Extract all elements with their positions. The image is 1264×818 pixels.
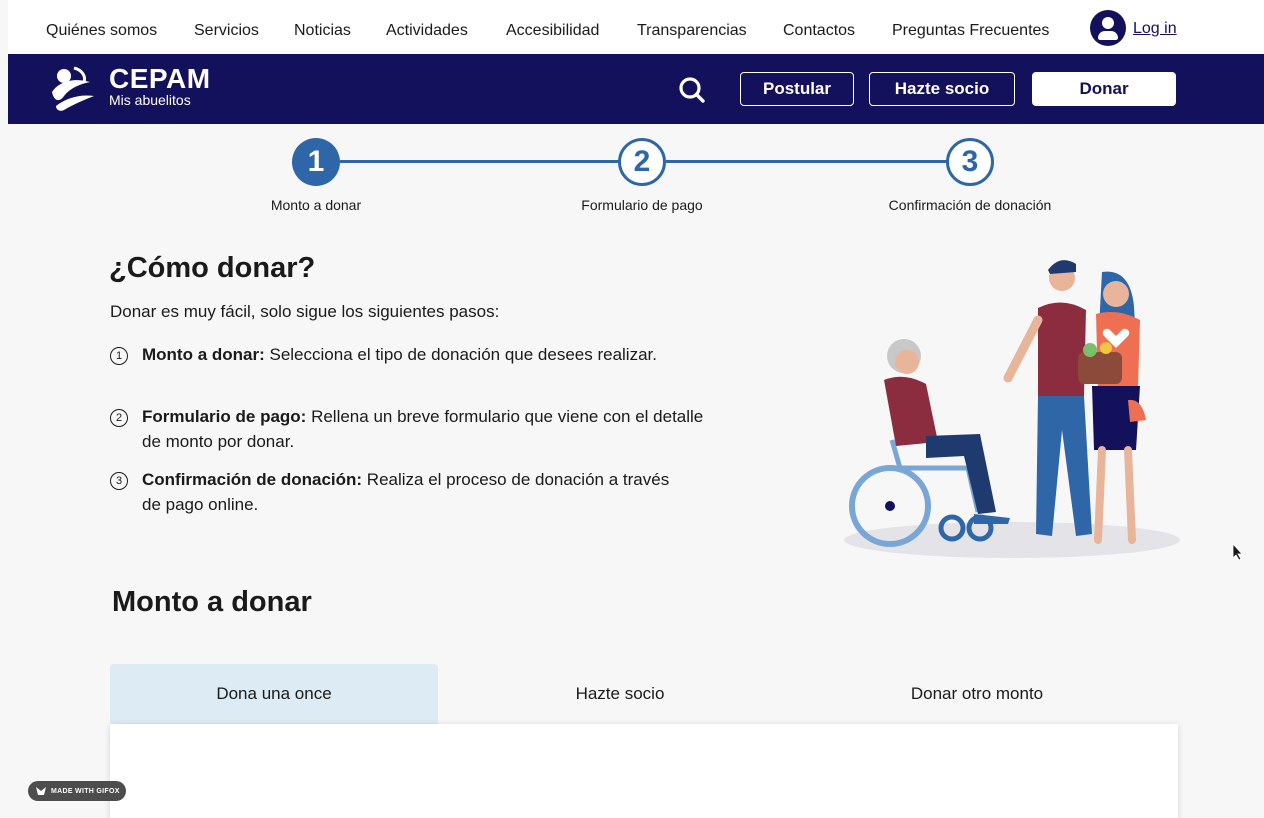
donation-title: Monto a donar: [112, 586, 312, 618]
step-3-circle[interactable]: 3: [946, 138, 994, 186]
donar-button[interactable]: Donar: [1032, 72, 1176, 106]
nav-link-servicios[interactable]: Servicios: [194, 22, 259, 40]
how-to-intro: Donar es muy fácil, solo sigue los sigui…: [110, 302, 500, 321]
step-number-icon: 2: [110, 409, 128, 427]
tab-donar-otro-monto[interactable]: Donar otro monto: [800, 664, 1154, 724]
user-circle-icon[interactable]: [1090, 10, 1126, 46]
step-3-label: Confirmación de donación: [888, 197, 1052, 213]
step-title: Monto a donar:: [142, 345, 265, 364]
step-1-label: Monto a donar: [270, 197, 362, 213]
step-title: Confirmación de donación:: [142, 470, 363, 489]
step-1-circle[interactable]: 1: [292, 138, 340, 186]
step-connector: [340, 160, 620, 163]
step-2-circle[interactable]: 2: [618, 138, 666, 186]
postular-button[interactable]: Postular: [740, 72, 854, 106]
family-illustration: [844, 260, 1180, 558]
nav-link-contactos[interactable]: Contactos: [783, 22, 855, 40]
nav-link-accesibilidad[interactable]: Accesibilidad: [506, 22, 599, 40]
nav-link-noticias[interactable]: Noticias: [294, 22, 351, 40]
step-number-icon: 1: [110, 347, 128, 365]
how-to-step-3: 3 Confirmación de donación: Realiza el p…: [110, 467, 690, 517]
brand-tagline: Mis abuelitos: [109, 92, 191, 108]
step-number-icon: 3: [110, 472, 128, 490]
fox-icon: [36, 787, 46, 795]
step-2-label: Formulario de pago: [581, 197, 703, 213]
how-to-title: ¿Cómo donar?: [109, 252, 316, 284]
how-to-step-1: 1 Monto a donar: Selecciona el tipo de d…: [110, 342, 670, 367]
login-link[interactable]: Log in: [1133, 20, 1177, 38]
nav-link-quienes-somos[interactable]: Quiénes somos: [46, 22, 157, 40]
cepam-logo[interactable]: [46, 62, 98, 114]
search-icon[interactable]: [678, 76, 706, 104]
brand-name: CEPAM: [109, 63, 211, 94]
nav-link-actividades[interactable]: Actividades: [386, 22, 468, 40]
donation-panel: [110, 724, 1178, 818]
hazte-socio-button[interactable]: Hazte socio: [869, 72, 1015, 106]
step-connector: [666, 160, 948, 163]
how-to-step-2: 2 Formulario de pago: Rellena un breve f…: [110, 404, 710, 454]
nav-link-transparencias[interactable]: Transparencias: [637, 22, 747, 40]
tab-hazte-socio[interactable]: Hazte socio: [450, 664, 790, 724]
step-description: Selecciona el tipo de donación que desee…: [264, 345, 657, 364]
nav-link-preguntas-frecuentes[interactable]: Preguntas Frecuentes: [892, 22, 1049, 40]
watermark-text: MADE WITH GIFOX: [51, 787, 120, 795]
step-title: Formulario de pago:: [142, 407, 307, 426]
gifox-watermark: MADE WITH GIFOX: [28, 781, 126, 801]
top-nav: Quiénes somos Servicios Noticias Activid…: [8, 0, 1264, 54]
brand-bar: CEPAM Mis abuelitos Postular Hazte socio…: [8, 54, 1264, 124]
tab-dona-una-once[interactable]: Dona una once: [110, 664, 438, 724]
mouse-cursor-icon: [1232, 543, 1243, 561]
